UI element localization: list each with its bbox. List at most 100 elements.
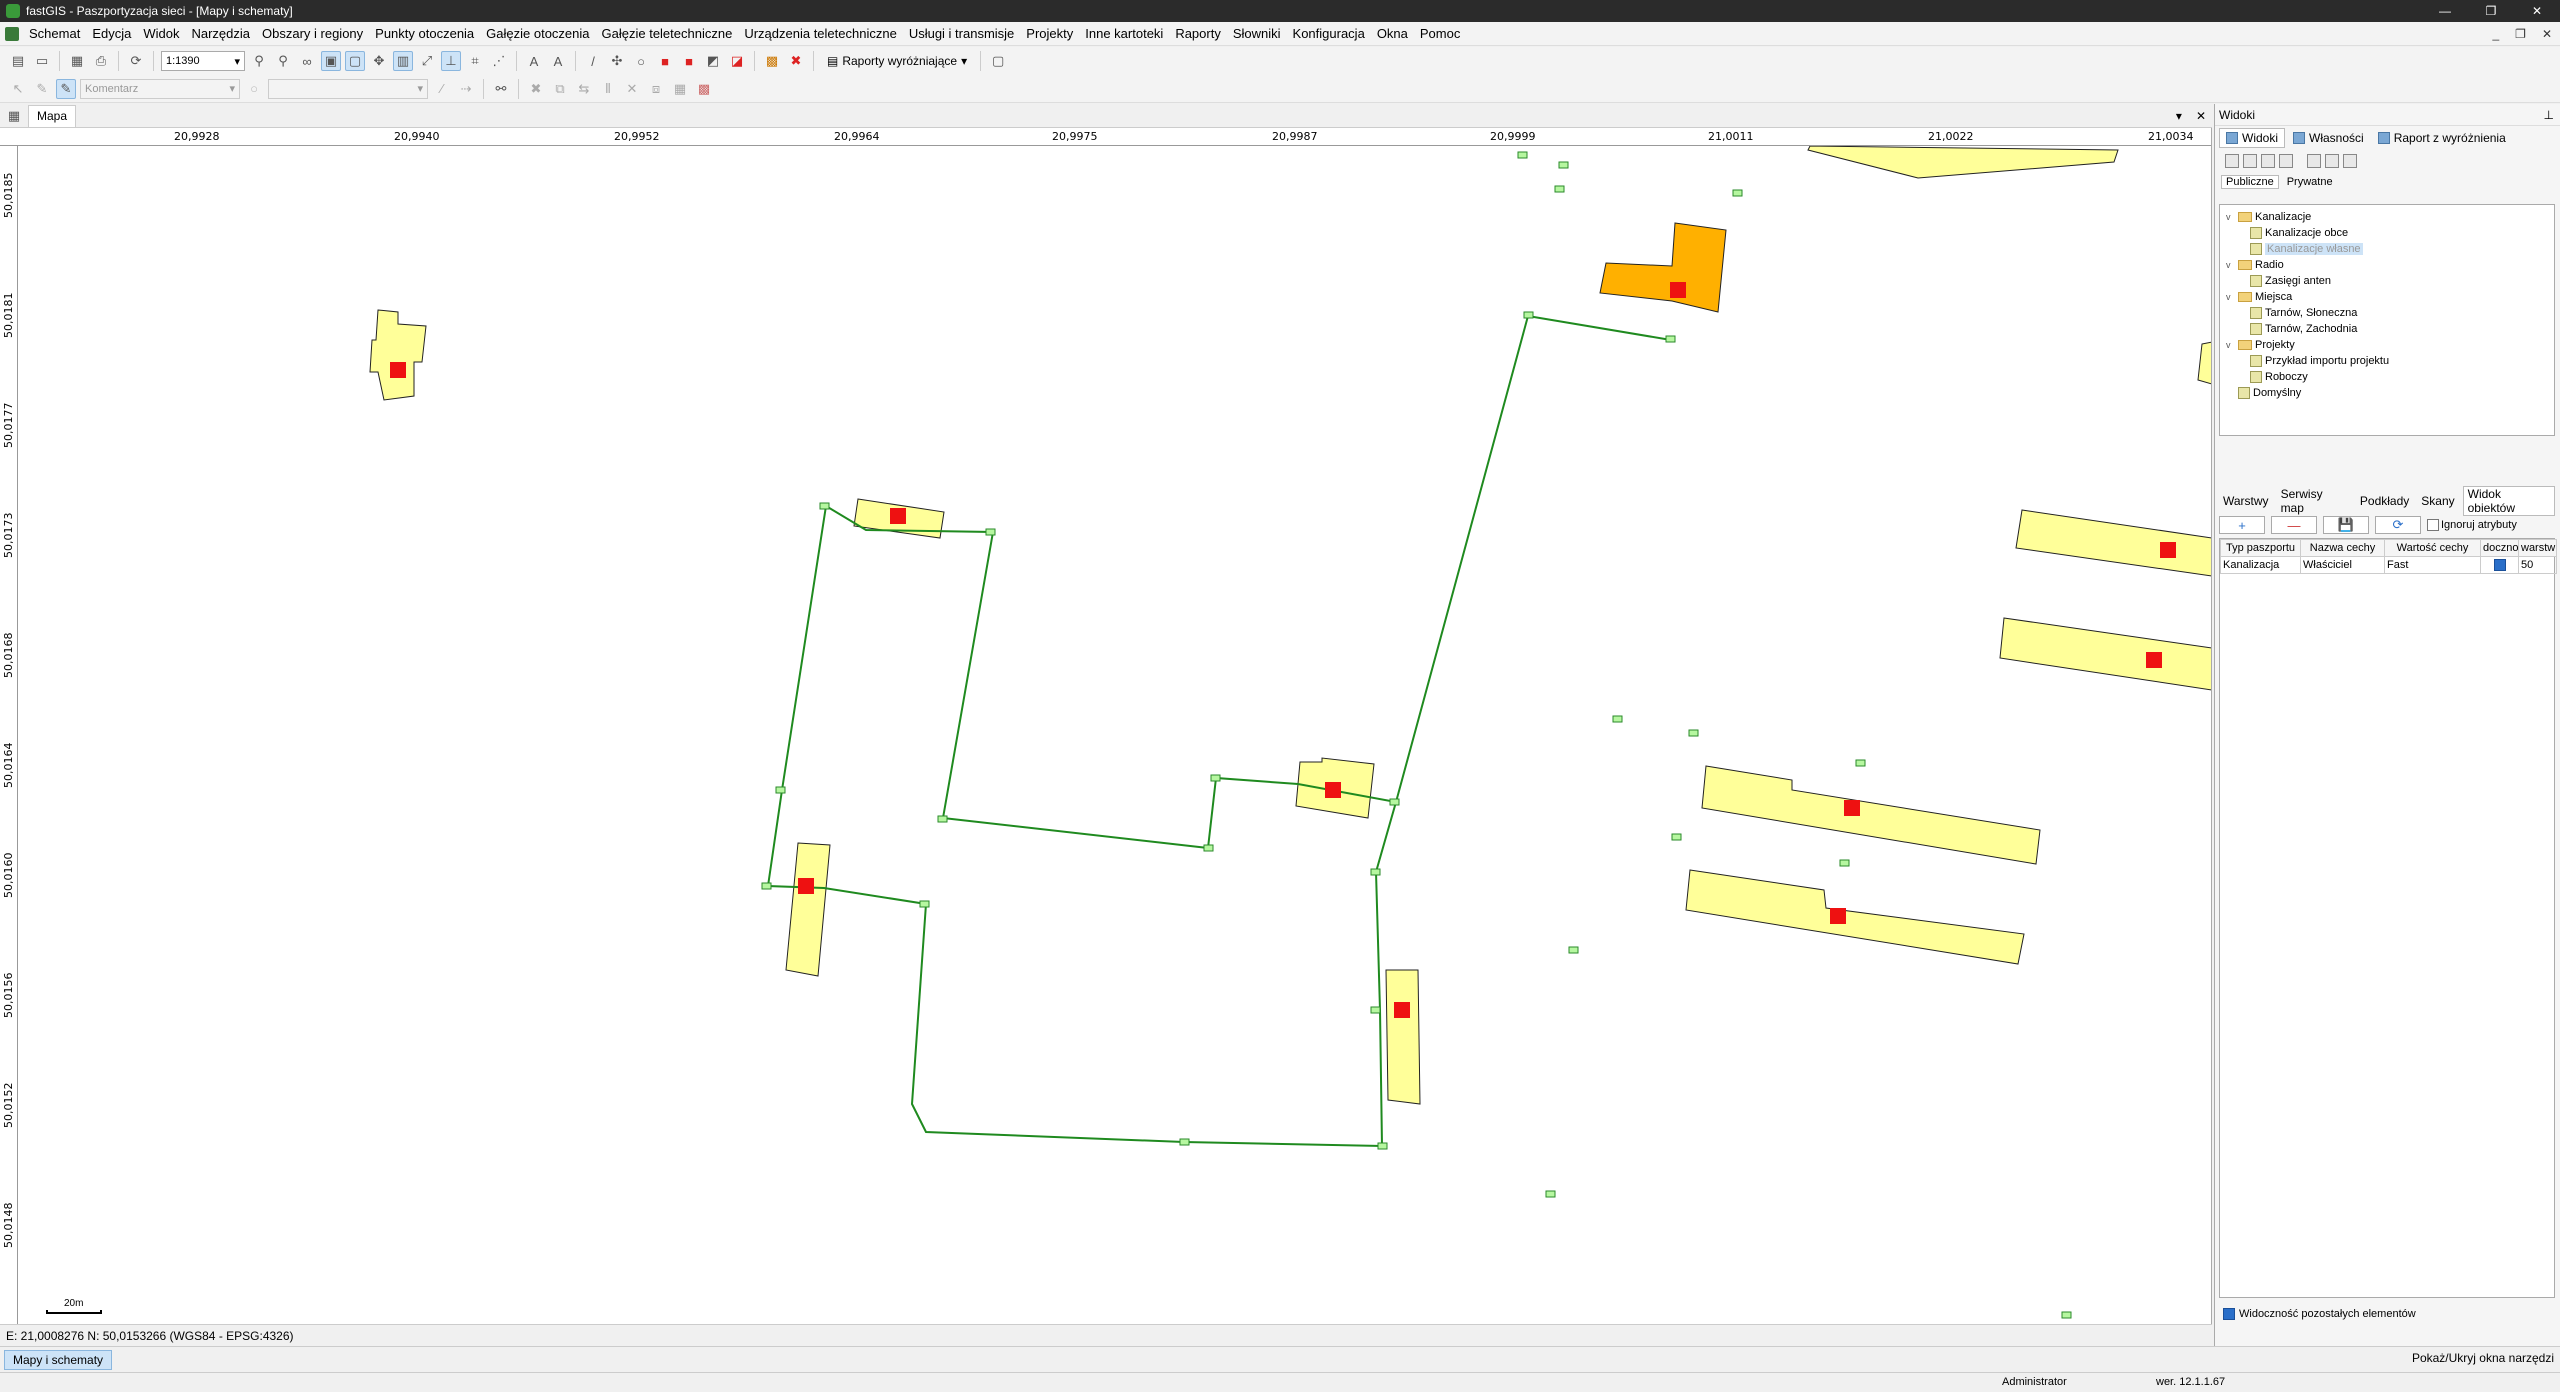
ungroup-icon[interactable]: ⧈ [646,79,666,99]
draw-node-icon[interactable]: ✣ [607,51,627,71]
building[interactable] [369,309,427,401]
menu-widok[interactable]: Widok [137,26,185,41]
tree-item-tarnow-zachodnia[interactable]: Tarnów, Zachodnia [2226,321,2548,337]
map-drawing[interactable] [0,128,2212,1324]
pattern-icon[interactable]: ▩ [694,79,714,99]
device-marker[interactable] [1830,908,1846,924]
cell-type[interactable]: Kanalizacja [2220,556,2301,574]
tree-item-kanalizacje[interactable]: v Kanalizacje [2226,209,2548,225]
device-marker[interactable] [1394,1002,1410,1018]
empty-box-icon[interactable]: ▢ [988,51,1008,71]
device-marker[interactable] [1325,782,1341,798]
tab-serwisy-map[interactable]: Serwisy map [2277,487,2352,515]
copy-icon[interactable]: ⧉ [550,79,570,99]
node[interactable] [761,882,772,890]
close-button[interactable]: ✕ [2514,0,2560,22]
flip-icon[interactable]: ⇆ [574,79,594,99]
tree-item-radio[interactable]: v Radio [2226,257,2548,273]
expand-icon[interactable]: v [2226,340,2235,350]
menu-uslugi[interactable]: Usługi i transmisje [903,26,1020,41]
tab-warstwy[interactable]: Warstwy [2219,494,2273,508]
menu-galezie-teletechniczne[interactable]: Gałęzie teletechniczne [596,26,739,41]
building[interactable] [1999,617,2212,691]
device-marker[interactable] [890,508,906,524]
comment-pencil-icon[interactable]: ✎ [56,78,76,99]
building[interactable] [785,842,831,977]
select-rect-icon[interactable]: ▢ [345,51,365,71]
draw-circle-icon[interactable]: ○ [631,51,651,71]
map-canvas[interactable]: 20,9928 20,9940 20,9952 20,9964 20,9975 … [0,128,2212,1324]
node[interactable] [1671,833,1682,841]
tab-prywatne[interactable]: Prywatne [2283,176,2337,188]
building[interactable] [2015,509,2212,577]
menu-konfiguracja[interactable]: Konfiguracja [1287,26,1371,41]
group-icon[interactable]: ▦ [670,79,690,99]
tab-mapa[interactable]: Mapa [28,104,77,127]
tree-item-miejsca[interactable]: v Miejsca [2226,289,2548,305]
style-combo[interactable]: ▾ [268,78,428,99]
link-icon[interactable]: ⚯ [491,79,511,99]
reports-dropdown-button[interactable]: ▤ Raporty wyróżniające ▾ [821,50,973,72]
tab-widok-obiektow[interactable]: Widok obiektów [2462,486,2555,516]
red-square-outline-icon[interactable]: ■ [679,51,699,71]
red-square-icon[interactable]: ■ [655,51,675,71]
tree-item-domyslny[interactable]: Domyślny [2226,385,2548,401]
mdi-minimize-button[interactable]: _ [2492,27,2499,41]
node[interactable] [1210,774,1221,782]
device-marker[interactable] [1670,282,1686,298]
tab-wlasnosci[interactable]: Własności [2287,128,2370,148]
menu-punkty[interactable]: Punkty otoczenia [369,26,480,41]
tree-item-kanalizacje-obce[interactable]: Kanalizacje obce [2226,225,2548,241]
col-nazwa-cechy[interactable]: Nazwa cechy [2300,539,2385,557]
menu-raporty[interactable]: Raporty [1169,26,1227,41]
map-view-icon[interactable]: ▦ [4,106,24,126]
refresh-icon[interactable]: ⟳ [126,51,146,71]
building[interactable] [1807,145,2119,179]
tab-mapy-i-schematy[interactable]: Mapy i schematy [4,1350,113,1370]
menu-galezie-otoczenia[interactable]: Gałęzie otoczenia [480,26,595,41]
refresh-views-icon[interactable] [2343,154,2357,168]
node[interactable] [1370,1006,1381,1014]
draw-line-icon[interactable]: / [583,51,603,71]
delete-icon[interactable]: ✖ [526,79,546,99]
pan-icon[interactable]: ✥ [369,51,389,71]
cable-line[interactable] [766,505,1398,1148]
col-warstwa[interactable]: warstw [2518,539,2557,557]
delete-view-icon[interactable] [2279,154,2293,168]
open-folder-icon[interactable]: ▭ [32,51,52,71]
toggle-tool-windows-button[interactable]: Pokaż/Ukryj okna narzędzi [2412,1351,2554,1365]
cell-visible[interactable] [2480,556,2519,574]
copy-view-icon[interactable] [2261,154,2275,168]
tree-item-projekty[interactable]: v Projekty [2226,337,2548,353]
tab-skany[interactable]: Skany [2417,494,2458,508]
visibility-checkbox[interactable] [2223,1308,2235,1320]
cell-name[interactable]: Właściciel [2300,556,2385,574]
tree-item-tarnow-sloneczna[interactable]: Tarnów, Słoneczna [2226,305,2548,321]
add-folder-icon[interactable] [2307,154,2321,168]
menu-edycja[interactable]: Edycja [86,26,137,41]
erase-icon[interactable]: ◪ [727,51,747,71]
new-schema-icon[interactable]: ▤ [8,51,28,71]
apply-view-icon[interactable] [2325,154,2339,168]
cable-line[interactable] [1395,314,1672,803]
refresh-button[interactable]: ⟳ [2375,516,2421,534]
node[interactable] [1523,311,1534,319]
ignore-attributes-checkbox[interactable] [2427,519,2439,531]
cell-layer[interactable]: 50 [2518,556,2557,574]
expand-icon[interactable]: v [2226,212,2235,222]
menu-pomoc[interactable]: Pomoc [1414,26,1466,41]
remove-button[interactable]: — [2271,516,2317,534]
zoom-out-icon[interactable]: ⚲ [249,51,269,71]
node[interactable] [1665,335,1676,343]
building[interactable] [1701,765,2041,865]
node[interactable] [1370,868,1381,876]
expand-icon[interactable]: v [2226,292,2235,302]
scale-combo[interactable]: 1:1390 ▾ [161,51,245,71]
menu-inne-kartoteki[interactable]: Inne kartoteki [1079,26,1169,41]
app-menu-icon[interactable] [5,26,19,41]
maximize-button[interactable]: ❐ [2468,0,2514,22]
node[interactable] [1554,185,1565,193]
tab-close-button[interactable]: ✕ [2196,109,2206,123]
col-widocznosc[interactable]: doczno [2480,539,2519,557]
tree-item-przyklad-importu[interactable]: Przykład importu projektu [2226,353,2548,369]
